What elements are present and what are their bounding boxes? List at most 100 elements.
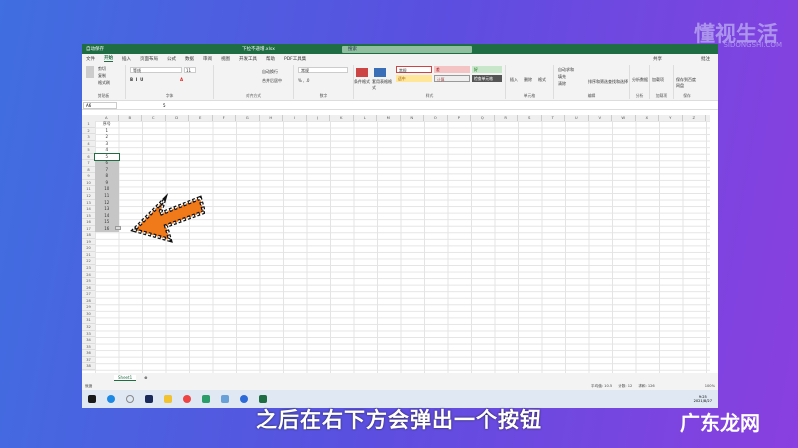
font-name-select[interactable]: 等线: [130, 67, 182, 73]
zoom-level[interactable]: 100%: [705, 384, 715, 388]
format-painter-button[interactable]: 格式刷: [98, 80, 110, 86]
name-box[interactable]: A6: [83, 101, 117, 109]
clock[interactable]: 9:25 2021/8/27: [694, 395, 712, 403]
tab-home[interactable]: 开始: [104, 55, 113, 62]
add-sheet-button[interactable]: ⊕: [144, 375, 147, 380]
tab-review[interactable]: 审阅: [203, 56, 212, 62]
column-header[interactable]: X: [636, 115, 659, 121]
column-header[interactable]: P: [448, 115, 471, 121]
column-header[interactable]: R: [495, 115, 518, 121]
average-value: 平均值: 10.5: [591, 383, 613, 388]
row-header[interactable]: 38: [82, 363, 95, 370]
fill-button[interactable]: 填充: [558, 74, 566, 80]
pointing-arrow-icon: [130, 193, 205, 243]
auto-fill-options-button[interactable]: [115, 226, 121, 230]
style-calculation[interactable]: 计算: [434, 75, 470, 82]
column-header[interactable]: T: [542, 115, 565, 121]
style-good[interactable]: 好: [472, 66, 502, 73]
group-label: 样式: [425, 93, 434, 98]
windows-start-icon[interactable]: [88, 395, 96, 403]
cut-button[interactable]: 剪切: [98, 66, 106, 72]
column-header[interactable]: I: [283, 115, 307, 121]
column-header[interactable]: E: [189, 115, 213, 121]
tab-file[interactable]: 文件: [86, 56, 95, 62]
group-label: 字体: [165, 93, 174, 98]
number-buttons[interactable]: % , .0: [298, 78, 309, 83]
find-select-button[interactable]: 查找和选择: [608, 79, 628, 85]
autosum-button[interactable]: 自动求和: [558, 67, 574, 73]
chrome-icon[interactable]: [183, 395, 191, 403]
column-header[interactable]: W: [612, 115, 636, 121]
column-header[interactable]: U: [565, 115, 589, 121]
app-icon[interactable]: [145, 395, 153, 403]
insert-cells-button[interactable]: 插入: [510, 77, 518, 83]
conditional-format-icon[interactable]: [356, 68, 368, 77]
comment-button[interactable]: 批注: [701, 56, 710, 62]
style-neutral[interactable]: 适中: [396, 75, 432, 82]
search-icon[interactable]: [126, 395, 134, 403]
merge-center-button[interactable]: 合并后居中: [262, 78, 282, 84]
column-header[interactable]: Y: [659, 115, 683, 121]
delete-cells-button[interactable]: 删除: [524, 77, 532, 83]
table-format-icon[interactable]: [374, 68, 386, 77]
search-box[interactable]: 搜索: [342, 45, 472, 53]
tab-view[interactable]: 视图: [221, 56, 230, 62]
tab-help[interactable]: 帮助: [266, 56, 275, 62]
sum-value: 求和: 126: [638, 383, 655, 388]
sheet-tab-sheet1[interactable]: Sheet1: [114, 374, 137, 381]
conditional-format-button[interactable]: 条件格式: [354, 79, 370, 85]
column-header[interactable]: S: [518, 115, 542, 121]
save-baidu-button[interactable]: 保存到百度网盘: [676, 77, 698, 89]
wrap-text-button[interactable]: 自动换行: [262, 69, 278, 75]
column-header[interactable]: J: [307, 115, 330, 121]
number-format-select[interactable]: 常规: [298, 67, 348, 73]
analyze-data-button[interactable]: 分析数据: [632, 77, 648, 83]
format-cells-button[interactable]: 格式: [538, 77, 546, 83]
clear-button[interactable]: 清除: [558, 81, 566, 87]
column-header[interactable]: G: [236, 115, 260, 121]
tab-data[interactable]: 数据: [185, 56, 194, 62]
addins-button[interactable]: 加载项: [652, 77, 672, 83]
app-icon[interactable]: [240, 395, 248, 403]
group-label: 分析: [635, 93, 644, 98]
autosave-toggle[interactable]: 自动保存: [86, 46, 104, 52]
sort-filter-button[interactable]: 排序和筛选: [588, 79, 608, 85]
column-header[interactable]: B: [119, 115, 142, 121]
column-header[interactable]: V: [589, 115, 612, 121]
column-header[interactable]: N: [401, 115, 424, 121]
column-header[interactable]: L: [354, 115, 377, 121]
edge-icon[interactable]: [107, 395, 115, 403]
paste-icon[interactable]: [86, 66, 94, 78]
app-icon[interactable]: [202, 395, 210, 403]
tab-insert[interactable]: 插入: [122, 56, 131, 62]
column-header[interactable]: C: [142, 115, 166, 121]
bold-button[interactable]: B I U: [130, 77, 143, 82]
table-format-button[interactable]: 套用表格格式: [372, 79, 394, 91]
formula-input[interactable]: 5: [163, 103, 166, 108]
group-label: 剪贴板: [97, 93, 110, 98]
column-header[interactable]: Z: [683, 115, 706, 121]
column-header[interactable]: F: [213, 115, 236, 121]
copy-button[interactable]: 复制: [98, 73, 106, 79]
folder-icon[interactable]: [164, 395, 172, 403]
font-size-select[interactable]: 11: [184, 67, 196, 73]
column-header[interactable]: K: [330, 115, 354, 121]
group-font: 等线 11 B I U A 字体: [126, 65, 214, 99]
tab-page-layout[interactable]: 页面布局: [140, 56, 158, 62]
share-button[interactable]: 共享: [653, 56, 662, 62]
column-header[interactable]: M: [377, 115, 401, 121]
app-icon[interactable]: [221, 395, 229, 403]
tab-developer[interactable]: 开发工具: [239, 56, 257, 62]
column-header[interactable]: H: [260, 115, 283, 121]
column-header[interactable]: Q: [471, 115, 495, 121]
tab-pdf[interactable]: PDF工具集: [284, 56, 306, 62]
column-header[interactable]: D: [166, 115, 189, 121]
tab-formulas[interactable]: 公式: [167, 56, 176, 62]
style-normal[interactable]: 常规: [396, 66, 432, 73]
group-editing: 自动求和 填充 清除 排序和筛选 查找和选择 编辑: [554, 65, 630, 99]
excel-icon[interactable]: [259, 395, 267, 403]
style-bad[interactable]: 差: [434, 66, 470, 73]
column-header[interactable]: O: [424, 115, 448, 121]
font-color-button[interactable]: A: [180, 77, 183, 82]
style-check-cell[interactable]: 检查单元格: [472, 75, 502, 82]
